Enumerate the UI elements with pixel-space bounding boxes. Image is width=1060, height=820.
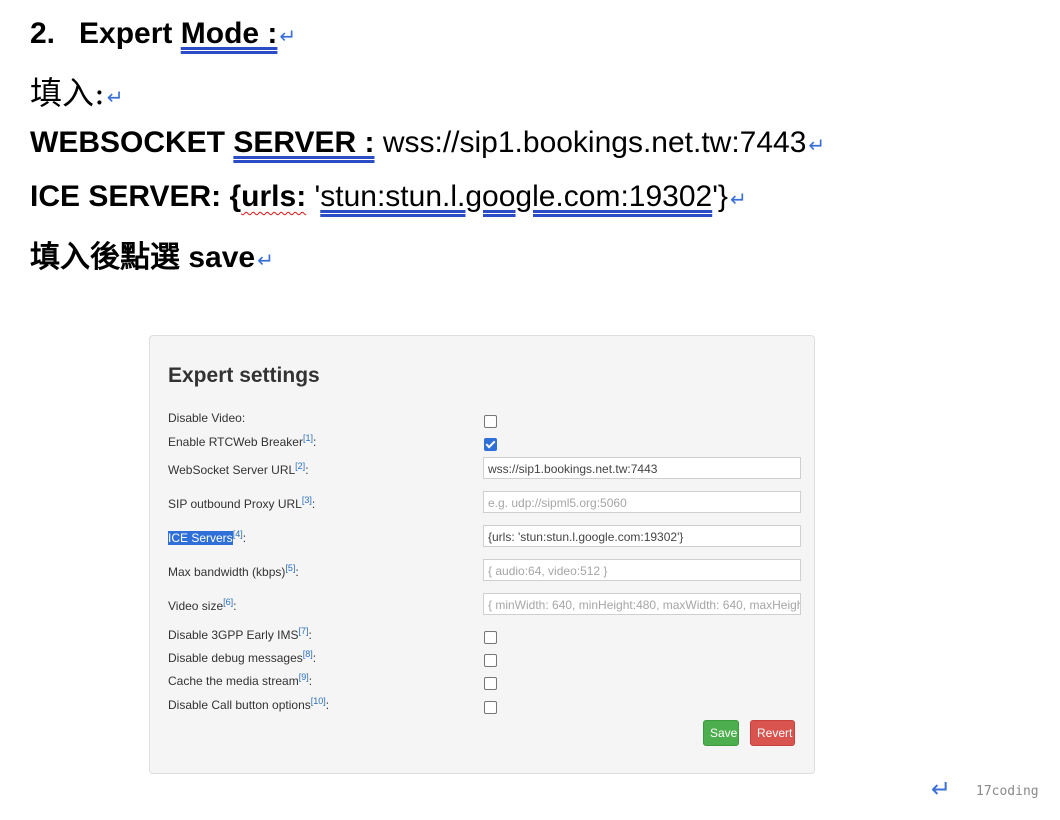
fill-in-text: 填入: [30, 74, 105, 112]
label-disable-3gpp: Disable 3GPP Early IMS[7]: [168, 626, 312, 642]
websocket-label: WEBSOCKET [30, 126, 225, 159]
max-bandwidth-input[interactable]: { audio:64, video:512 } [483, 559, 801, 581]
section-heading: 2. Expert Mode : ↵ [30, 17, 296, 51]
heading-number: 2. [30, 17, 56, 50]
after-fill-text: 填入後點選 save [30, 241, 256, 274]
websocket-label-server: SERVER : [233, 126, 375, 159]
checkbox-disable-video[interactable] [484, 415, 497, 428]
return-mark-icon: ↵ [257, 248, 274, 272]
ice-urls: urls: [241, 180, 307, 213]
label-rtcweb-breaker: Enable RTCWeb Breaker[1]: [168, 433, 317, 449]
label-websocket-url: WebSocket Server URL[2]: [168, 461, 309, 477]
websocket-value: wss://sip1.bookings.net.tw:7443 [382, 126, 807, 159]
expert-settings-panel: Expert settings Disable Video: Enable RT… [149, 335, 815, 774]
label-max-bandwidth: Max bandwidth (kbps)[5]: [168, 563, 299, 579]
ice-server-line: ICE SERVER: {urls: 'stun:stun.l.google.c… [30, 180, 747, 214]
return-mark-icon: ↵ [106, 85, 124, 109]
label-cache-media: Cache the media stream[9]: [168, 672, 313, 688]
ice-servers-input[interactable]: {urls: 'stun:stun.l.google.com:19302'} [483, 525, 801, 547]
websocket-url-input[interactable]: wss://sip1.bookings.net.tw:7443 [483, 457, 801, 479]
checkbox-disable-debug[interactable] [484, 654, 497, 667]
revert-button[interactable]: Revert [750, 720, 795, 746]
label-sip-proxy: SIP outbound Proxy URL[3]: [168, 495, 316, 511]
return-mark-icon: ↵ [931, 775, 952, 803]
watermark: 17coding [976, 784, 1039, 799]
checkbox-disable-3gpp[interactable] [484, 631, 497, 644]
return-mark-icon: ↵ [808, 133, 826, 157]
label-disable-call-options: Disable Call button options[10]: [168, 696, 330, 712]
sip-proxy-input[interactable]: e.g. udp://sipml5.org:5060 [483, 491, 801, 513]
panel-title: Expert settings [168, 364, 320, 387]
checkbox-cache-media[interactable] [484, 677, 497, 690]
video-size-input[interactable]: { minWidth: 640, minHeight:480, maxWidth… [483, 593, 801, 615]
label-video-size: Video size[6]: [168, 597, 237, 613]
heading-mode: Mode : [180, 17, 278, 50]
heading-word: Expert [79, 17, 173, 50]
return-mark-icon: ↵ [729, 187, 747, 211]
ice-quote-close: '} [712, 180, 728, 213]
label-disable-video: Disable Video: [168, 411, 246, 425]
label-ice-servers: ICE Servers[4]: [168, 529, 247, 545]
websocket-line: WEBSOCKET SERVER : wss://sip1.bookings.n… [30, 126, 825, 160]
fill-in-line: 填入: ↵ [30, 68, 124, 114]
after-fill-line: 填入後點選 save ↵ [30, 232, 274, 276]
label-disable-debug: Disable debug messages[8]: [168, 649, 317, 665]
save-button[interactable]: Save [703, 720, 739, 746]
ice-label: ICE SERVER: { [30, 180, 242, 213]
return-mark-icon: ↵ [279, 24, 297, 48]
checkbox-rtcweb-breaker[interactable] [484, 438, 497, 451]
checkbox-disable-call-options[interactable] [484, 701, 497, 714]
ice-value: stun:stun.l.google.com:19302 [320, 180, 713, 213]
